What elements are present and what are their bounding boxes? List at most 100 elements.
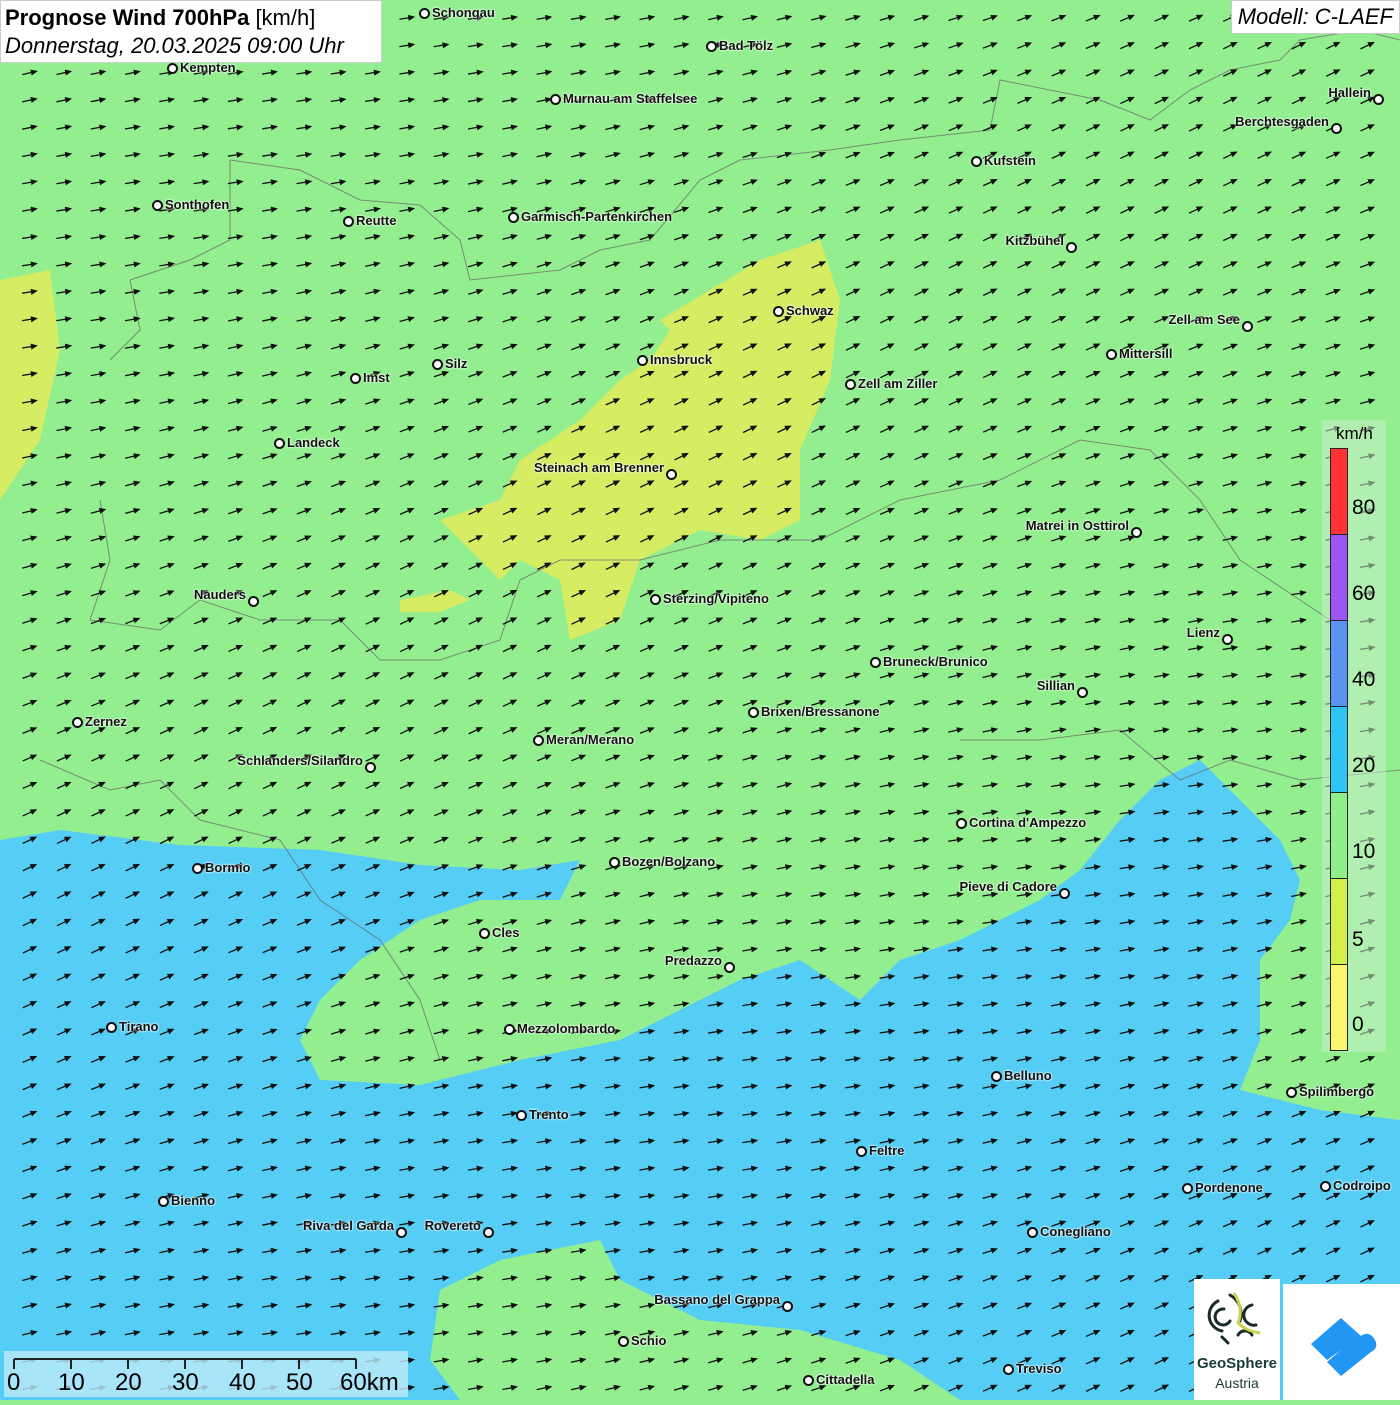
city-label: Sonthofen [165,197,230,212]
city-dot-icon [343,216,354,227]
city-dot-icon [483,1227,494,1238]
scale-label: 10 [58,1369,85,1396]
city-dot-icon [666,469,677,480]
scale-ruler [13,1358,357,1369]
city-dot-icon [637,355,648,366]
city-dot-icon [609,857,620,868]
legend-swatch [1330,792,1348,879]
city-dot-icon [479,928,490,939]
city-dot-icon [533,735,544,746]
city-label: Tirano [119,1019,159,1034]
legend-swatch [1330,706,1348,793]
city-dot-icon [1106,349,1117,360]
city-label: Zell am See [1168,312,1240,327]
city-label: Kitzbühel [1005,233,1065,248]
city-label: Nauders [193,587,246,602]
city-dot-icon [1131,527,1142,538]
city-label: Brixen/Bressanone [761,704,880,719]
city-dot-icon [724,962,735,973]
city-dot-icon [803,1375,814,1386]
geosphere-austria-logo: GeoSphere Austria [1194,1279,1280,1400]
city-label: Bad Tölz [719,38,774,53]
city-label: Cles [492,925,520,940]
city-dot-icon [1373,94,1384,105]
city-label: Cittadella [816,1372,875,1387]
mountain-cloud-icon [1311,1318,1377,1376]
city-label: Pordenone [1195,1180,1263,1195]
city-dot-icon [508,212,519,223]
model-label: Modell: C-LAEF [1230,0,1400,34]
scale-bar: 0 10 20 30 40 50 60km [4,1351,408,1397]
city-dot-icon [773,306,784,317]
city-dot-icon [991,1071,1002,1082]
legend-label: 10 [1352,840,1376,863]
color-legend: km/h 80 60 40 20 10 5 0 [1322,420,1386,1052]
city-dot-icon [167,63,178,74]
city-label: Lienz [1186,625,1220,640]
city-label: Feltre [869,1143,905,1158]
city-dot-icon [1077,687,1088,698]
city-label: Schlanders/Silandro [237,753,363,768]
city-label: Trento [529,1107,569,1122]
geosphere-line1: GeoSphere [1196,1355,1278,1372]
forecast-datetime: Donnerstag, 20.03.2025 09:00 Uhr [5,33,344,58]
city-dot-icon [1286,1087,1297,1098]
map-title: Prognose Wind 700hPa [5,5,250,30]
city-label: Rovereto [424,1218,481,1233]
city-label: Schio [631,1333,667,1348]
city-label: Steinach am Brenner [533,460,664,475]
city-label: Sillian [1036,678,1075,693]
city-label: Bruneck/Brunico [883,654,988,669]
city-label: Cortina d'Ampezzo [969,815,1087,830]
city-label: Codroipo [1333,1178,1391,1193]
city-dot-icon [1331,123,1342,134]
scale-label: 50 [286,1369,313,1396]
legend-label: 5 [1352,928,1364,951]
scale-label: 30 [172,1369,199,1396]
city-label: Pieve di Cadore [959,879,1057,894]
city-label: Spilimbergo [1299,1084,1375,1099]
city-dot-icon [748,707,759,718]
city-dot-icon [1182,1183,1193,1194]
city-dot-icon [106,1022,117,1033]
legend-label: 40 [1352,668,1376,691]
legend-label: 80 [1352,496,1376,519]
scale-label: 0 [7,1369,21,1396]
city-label: Murnau am Staffelsee [563,91,698,106]
partner-logo [1283,1284,1400,1400]
city-dot-icon [419,8,430,19]
city-label: Meran/Merano [546,732,635,747]
city-dot-icon [158,1196,169,1207]
geosphere-emblem-icon [1207,1292,1261,1345]
scale-label: 20 [115,1369,142,1396]
city-dot-icon [618,1336,629,1347]
city-dot-icon [845,379,856,390]
city-dot-icon [870,657,881,668]
city-label: Hallein [1328,85,1371,100]
city-label: Bozen/Bolzano [622,854,716,869]
city-dot-icon [782,1301,793,1312]
city-dot-icon [350,373,361,384]
legend-swatch [1330,964,1348,1051]
city-dot-icon [72,717,83,728]
geosphere-line2: Austria [1215,1375,1259,1391]
city-label: Mittersill [1119,346,1173,361]
city-dot-icon [550,94,561,105]
city-dot-icon [1222,634,1233,645]
city-dot-icon [706,41,717,52]
city-dot-icon [516,1110,527,1121]
city-dot-icon [956,818,967,829]
city-dot-icon [1027,1227,1038,1238]
city-dot-icon [432,359,443,370]
legend-swatch [1330,448,1348,535]
city-dot-icon [650,594,661,605]
city-label: Predazzo [664,953,722,968]
city-label: Treviso [1016,1361,1062,1376]
legend-label: 0 [1352,1013,1364,1036]
legend-swatch [1330,620,1348,707]
city-label: Kufstein [984,153,1036,168]
city-label: Zernez [85,714,127,729]
city-label: Belluno [1004,1068,1052,1083]
city-dot-icon [856,1146,867,1157]
city-label: Berchtesgaden [1235,114,1329,129]
